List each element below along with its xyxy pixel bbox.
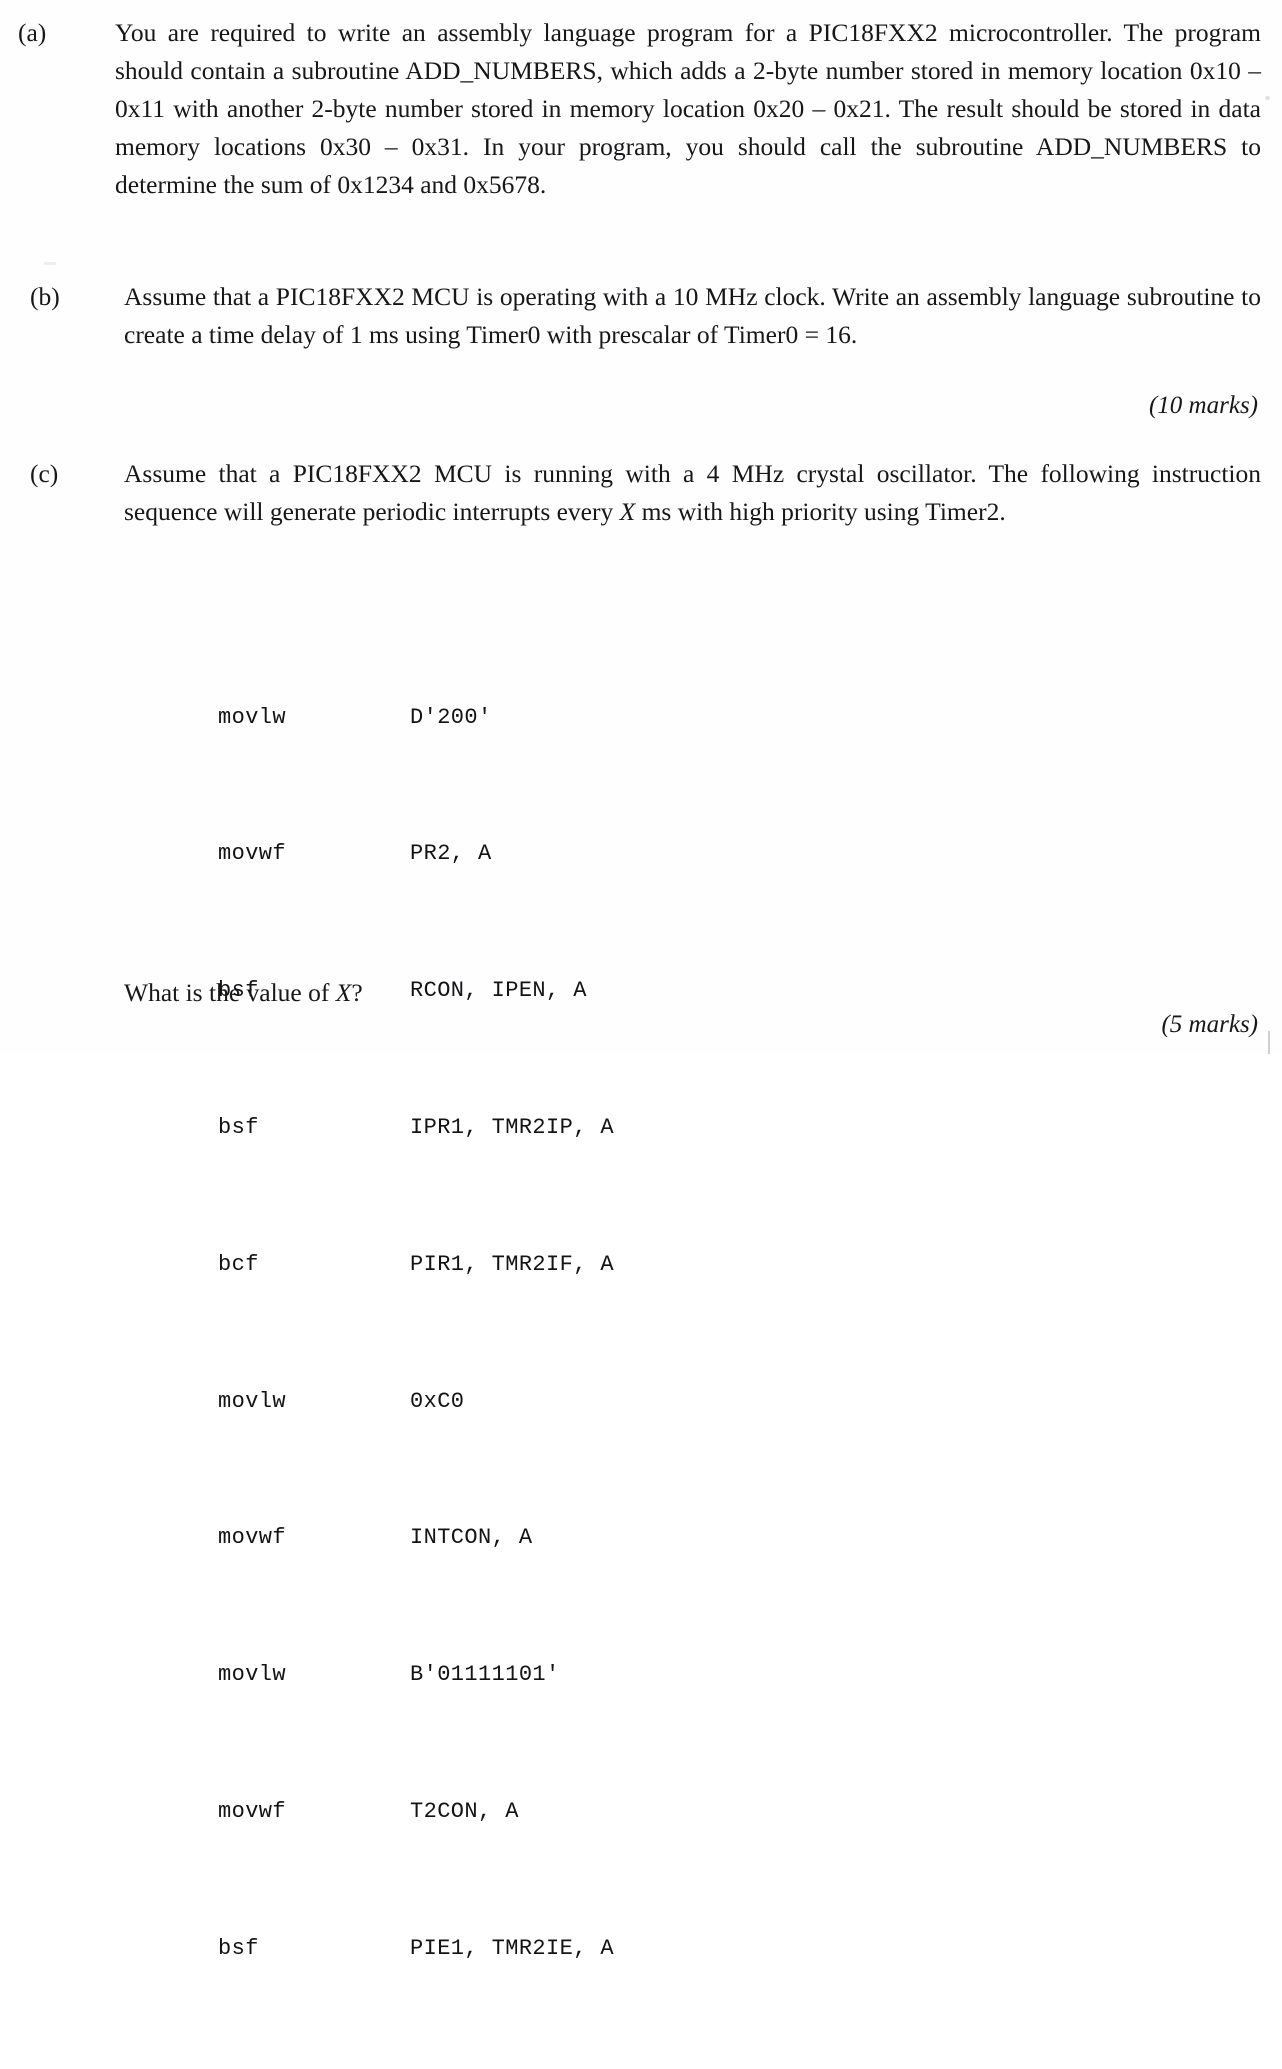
code-line: movlw D'200' [218,701,614,735]
question-item-c: (c) Assume that a PIC18FXX2 MCU is runni… [30,455,1261,531]
question-text-c: Assume that a PIC18FXX2 MCU is running w… [124,455,1261,531]
code-mnemonic: movlw [218,1388,287,1414]
closing-question-part2: ? [351,978,363,1007]
question-body-a: You are required to write an assembly la… [115,14,1261,204]
question-item-a: (a) You are required to write an assembl… [18,14,1261,204]
assembly-code-listing: movlw D'200' movwf PR2, A bsf RCON, IPEN, A… [218,598,614,2069]
code-line: bcf PIR1, TMR2IF, A [218,1248,614,1282]
question-label-a: (a) [18,18,47,47]
code-operand: D'200' [410,704,492,730]
question-text-b: Assume that a PIC18FXX2 MCU is operating… [124,282,1261,349]
code-mnemonic: bsf [218,1935,259,1961]
marks-note-c: (5 marks) [1161,1011,1258,1038]
variable-x-inline: X [619,497,636,526]
code-line: movwf INTCON, A [218,1521,614,1555]
code-mnemonic: movwf [218,841,287,867]
code-line: bsf PIE1, TMR2IE, A [218,1932,614,1966]
code-operand: RCON, IPEN, A [410,978,587,1004]
closing-question-part1: What is the value of [124,978,336,1007]
code-operand: IPR1, TMR2IP, A [410,1115,615,1140]
code-operand: PIR1, TMR2IF, A [410,1251,615,1277]
code-mnemonic: movwf [218,1525,287,1551]
scan-edge-artifact [1268,1031,1270,1054]
code-line: movwf PR2, A [218,837,614,871]
question-label-b: (b) [30,282,60,311]
scan-speck-artifact [1265,96,1270,100]
closing-question: What is the value of X? [124,976,363,1010]
question-label-c: (c) [30,459,59,488]
code-line: movwf T2CON, A [218,1795,614,1829]
code-mnemonic: movwf [218,1798,287,1824]
code-operand: PR2, A [410,841,492,867]
question-text-c-part2: ms with high priority using Timer2. [635,497,1006,526]
code-mnemonic: bsf [218,1115,259,1140]
code-operand: 0xC0 [410,1388,465,1414]
code-mnemonic: movlw [218,1662,287,1688]
code-operand: INTCON, A [410,1525,533,1551]
code-mnemonic: movlw [218,704,287,730]
code-line: movlw 0xC0 [218,1385,614,1419]
code-operand: B'01111101' [410,1662,560,1688]
document-page: (a) You are required to write an assembl… [0,0,1282,1961]
question-body-c: Assume that a PIC18FXX2 MCU is running w… [124,455,1261,531]
code-operand: T2CON, A [410,1798,519,1824]
code-operand: PIE1, TMR2IE, A [410,1935,615,1961]
question-body-b: Assume that a PIC18FXX2 MCU is operating… [124,278,1261,354]
scan-speck-artifact [44,262,56,265]
marks-note-b: (10 marks) [1148,392,1258,419]
variable-x-closing: X [335,978,352,1007]
code-mnemonic: bcf [218,1251,259,1277]
code-line: bsf IPR1, TMR2IP, A [218,1111,614,1145]
code-line: movlw B'01111101' [218,1658,614,1692]
question-item-b: (b) Assume that a PIC18FXX2 MCU is opera… [30,278,1261,354]
question-text-a: You are required to write an assembly la… [115,18,1261,199]
